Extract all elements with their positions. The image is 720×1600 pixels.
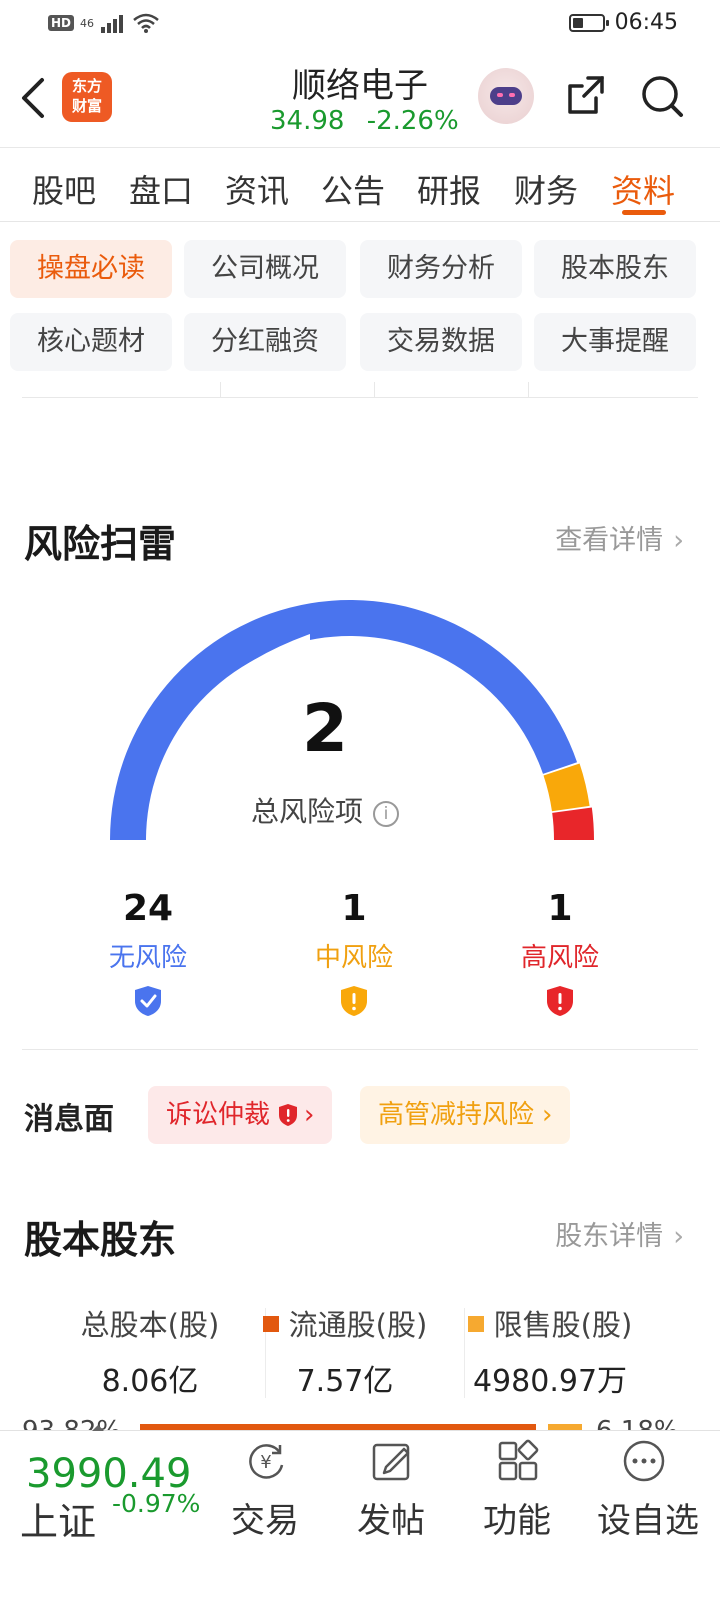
bottom-bar: 3990.49 上证 -0.97% ¥ 交易 发帖 功能 设自选 [0,1425,720,1600]
shield-warning-icon [341,986,367,1016]
tab-news[interactable]: 资讯 [225,166,289,212]
caret-up-icon [92,1425,104,1431]
nav-functions[interactable]: 功能 [462,1431,572,1581]
high-risk-stat: 1 高风险 [480,888,640,1022]
stock-change: -2.26% [366,106,459,136]
restricted-shares: 限售股(股) 4980.97万 [440,1302,660,1400]
clock: 06:45 [614,10,678,35]
edit-icon [372,1443,410,1481]
total-shares: 总股本(股) 8.06亿 [80,1308,220,1399]
status-bar: HD 46 06:45 [0,0,720,48]
chevron-right-icon: › [304,1100,315,1130]
chip-company-overview[interactable]: 公司概况 [184,240,346,298]
chevron-right-icon: › [673,1221,684,1252]
tab-guba[interactable]: 股吧 [32,166,96,212]
total-risk-count: 2 [302,690,348,767]
legend-swatch [262,1316,279,1332]
no-risk-stat: 24 无风险 [68,888,228,1022]
divider [22,1049,698,1050]
chevron-right-icon: › [542,1100,553,1130]
tab-announcement[interactable]: 公告 [321,166,385,212]
chip-core-themes[interactable]: 核心题材 [10,313,172,371]
active-tab-indicator [622,210,666,215]
hd-icon: HD [48,15,75,31]
tab-bar: 股吧 盘口 资讯 公告 研报 财务 资料 [0,148,720,222]
info-icon[interactable]: i [373,801,399,827]
tab-research[interactable]: 研报 [417,166,481,212]
share-icon[interactable] [566,74,606,116]
legend-swatch [467,1316,484,1332]
chip-trading-data[interactable]: 交易数据 [360,313,522,371]
stock-price-line: 34.98 -2.26% [270,106,459,136]
stock-price: 34.98 [270,106,345,136]
wifi-icon [133,13,159,33]
tag-litigation[interactable]: 诉讼仲裁 › [148,1086,333,1144]
tab-profile[interactable]: 资料 [611,166,675,212]
stock-header: 东方 财富 顺络电子 34.98 -2.26% [0,48,720,148]
battery-icon [568,13,609,32]
stock-name: 顺络电子 [292,66,428,106]
shareholder-details-link[interactable]: 股东详情 › [555,1214,684,1253]
chip-dividends[interactable]: 分红融资 [184,313,346,371]
grid-icon [498,1439,539,1481]
risk-section-title: 风险扫雷 [24,522,177,566]
tab-finance[interactable]: 财务 [514,166,578,212]
tag-executive-reduction[interactable]: 高管减持风险 › [360,1086,571,1144]
shield-alert-icon [547,986,573,1016]
mid-risk-stat: 1 中风险 [274,888,434,1022]
risk-details-link[interactable]: 查看详情 › [555,518,684,557]
nav-add-watchlist[interactable]: 设自选 [588,1431,708,1581]
shield-check-icon [135,986,161,1016]
search-icon[interactable] [640,74,684,118]
table-edge [22,382,698,398]
tab-pankou[interactable]: 盘口 [129,166,193,212]
shield-alert-icon [279,1104,298,1126]
chip-financial-analysis[interactable]: 财务分析 [360,240,522,298]
chip-events[interactable]: 大事提醒 [534,313,696,371]
chevron-right-icon: › [673,525,684,556]
nav-post[interactable]: 发帖 [336,1431,446,1581]
chip-must-read[interactable]: 操盘必读 [10,240,172,298]
nav-trade[interactable]: ¥ 交易 [210,1431,320,1581]
more-icon [623,1440,665,1482]
total-risk-label: 总风险项 i [0,790,650,830]
yen-refresh-icon: ¥ [249,1444,284,1479]
network-label: 46 [80,16,95,30]
signal-icon [101,15,124,33]
chip-shareholders[interactable]: 股本股东 [534,240,696,298]
float-shares: 流通股(股) 7.57亿 [240,1302,450,1400]
news-label: 消息面 [24,1102,114,1137]
assistant-robot-icon[interactable] [478,68,534,124]
svg-text:¥: ¥ [260,1452,271,1473]
shares-section-title: 股本股东 [24,1218,177,1262]
